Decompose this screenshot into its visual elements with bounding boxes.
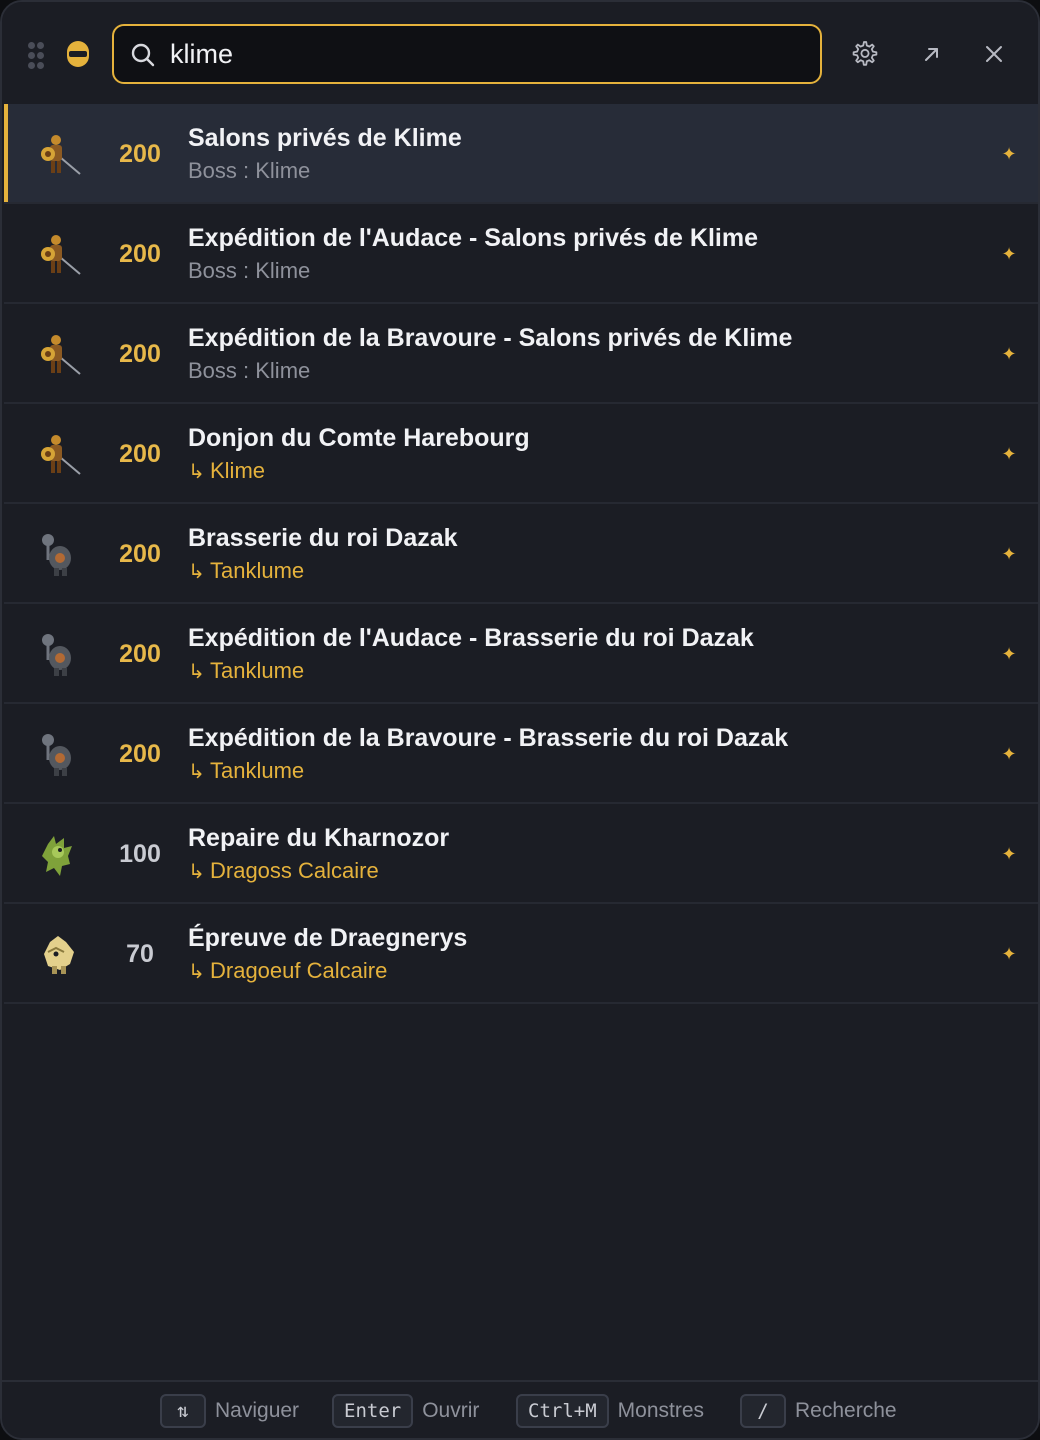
arrow-up-right-icon [925, 48, 938, 61]
result-title: Salons privés de Klime [188, 124, 462, 152]
result-title: Expédition de la Bravoure - Brasserie du… [188, 724, 789, 752]
result-row[interactable]: 100 Repaire du Kharnozor ↳ Dragoss Calcai… [4, 804, 1038, 904]
klime-warrior-icon [41, 235, 81, 275]
navigate-label: Naviguer [215, 1399, 300, 1422]
result-row[interactable]: 70 Épreuve de Draegnerys ↳ Dragoeuf Calca… [4, 904, 1038, 1004]
hint-open: Enter Ouvrir [332, 1393, 479, 1429]
search-input[interactable] [170, 32, 810, 76]
open-label: Ouvrir [422, 1399, 480, 1422]
result-level: 200 [119, 340, 161, 368]
result-monster: ↳ Dragoss Calcaire [188, 858, 379, 884]
result-level: 200 [119, 540, 161, 568]
hint-monsters: Ctrl+M Monstres [516, 1393, 704, 1429]
settings-button[interactable] [844, 34, 884, 74]
result-monster-name: Tanklume [210, 658, 305, 683]
dragoss-green-icon [42, 836, 72, 876]
result-monster: ↳ Tanklume [188, 758, 304, 784]
monsters-label: Monstres [617, 1399, 704, 1422]
shortcut-footer: ⇅ Naviguer Enter Ouvrir Ctrl+M Monstres … [2, 1380, 1038, 1438]
klime-warrior-icon [41, 435, 81, 475]
result-row[interactable]: 200 Brasserie du roi Dazak ↳ Tanklume ✦ [4, 504, 1038, 604]
tanklume-armor-icon [42, 734, 71, 776]
result-title: Épreuve de Draegnerys [188, 924, 468, 952]
result-row[interactable]: 200 Expédition de l'Audace - Salons priv… [4, 204, 1038, 304]
result-row[interactable]: 200 Expédition de la Bravoure - Brasseri… [4, 704, 1038, 804]
search-label: Recherche [795, 1399, 897, 1422]
favorite-star-icon[interactable]: ✦ [1000, 244, 1018, 264]
result-level: 200 [119, 740, 161, 768]
result-title: Repaire du Kharnozor [188, 824, 450, 852]
drag-handle-icon[interactable] [26, 40, 46, 70]
result-subtitle: Boss : Klime [188, 258, 311, 283]
return-arrow-icon: ↳ [188, 761, 205, 783]
result-monster: ↳ Dragoeuf Calcaire [188, 958, 387, 984]
favorite-star-icon[interactable]: ✦ [1000, 944, 1018, 964]
result-monster: ↳ Klime [188, 458, 265, 484]
klime-warrior-icon [41, 135, 81, 175]
favorite-star-icon[interactable]: ✦ [1000, 844, 1018, 864]
favorite-star-icon[interactable]: ✦ [1000, 544, 1018, 564]
result-row[interactable]: 200 Salons privés de Klime Boss : Klime … [4, 104, 1038, 204]
result-level: 200 [119, 140, 161, 168]
search-window: 200 Salons privés de Klime Boss : Klime … [0, 0, 1040, 1440]
gear-icon [852, 41, 878, 66]
result-monster-name: Tanklume [210, 758, 305, 783]
return-arrow-icon: ↳ [188, 661, 205, 683]
result-monster: ↳ Tanklume [188, 558, 304, 584]
ctrl-m-key: Ctrl+M [516, 1394, 609, 1428]
result-monster-name: Klime [210, 458, 266, 483]
result-subtitle: Boss : Klime [188, 358, 311, 383]
navigate-key: ⇅ [160, 1394, 206, 1428]
result-level: 100 [119, 840, 161, 868]
result-row[interactable]: 200 Expédition de la Bravoure - Salons p… [4, 304, 1038, 404]
result-monster-name: Tanklume [210, 558, 305, 583]
search-icon [131, 43, 155, 67]
klime-warrior-icon [41, 335, 81, 375]
result-monster: ↳ Tanklume [188, 658, 304, 684]
result-subtitle: Boss : Klime [188, 158, 311, 183]
hint-navigate: ⇅ Naviguer [160, 1393, 299, 1429]
search-box [112, 24, 822, 84]
results-list: 200 Salons privés de Klime Boss : Klime … [4, 104, 1038, 1004]
open-external-button[interactable] [912, 34, 952, 74]
favorite-star-icon[interactable]: ✦ [1000, 344, 1018, 364]
hint-search: / Recherche [740, 1393, 897, 1429]
close-button[interactable] [974, 34, 1014, 74]
return-arrow-icon: ↳ [188, 961, 205, 983]
result-title: Expédition de l'Audace - Brasserie du ro… [188, 624, 754, 652]
result-row[interactable]: 200 Expédition de l'Audace - Brasserie d… [4, 604, 1038, 704]
favorite-star-icon[interactable]: ✦ [1000, 744, 1018, 764]
result-level: 70 [126, 940, 154, 968]
result-title: Donjon du Comte Harebourg [188, 424, 530, 452]
dragoeuf-egg-icon [44, 936, 74, 974]
slash-key: / [740, 1394, 786, 1428]
close-icon [986, 46, 1002, 62]
result-title: Expédition de la Bravoure - Salons privé… [188, 324, 793, 352]
result-title: Expédition de l'Audace - Salons privés d… [188, 224, 758, 252]
favorite-star-icon[interactable]: ✦ [1000, 144, 1018, 164]
favorite-star-icon[interactable]: ✦ [1000, 644, 1018, 664]
result-level: 200 [119, 440, 161, 468]
return-arrow-icon: ↳ [188, 561, 205, 583]
enter-key: Enter [332, 1394, 414, 1428]
result-row[interactable]: 200 Donjon du Comte Harebourg ↳ Klime ✦ [4, 404, 1038, 504]
result-level: 200 [119, 640, 161, 668]
result-monster-name: Dragoeuf Calcaire [210, 958, 388, 983]
tanklume-armor-icon [42, 634, 71, 676]
app-logo-icon [66, 39, 90, 69]
result-title: Brasserie du roi Dazak [188, 524, 458, 552]
return-arrow-icon: ↳ [188, 861, 205, 883]
tanklume-armor-icon [42, 534, 71, 576]
header-bar [2, 2, 1038, 104]
return-arrow-icon: ↳ [188, 461, 205, 483]
result-monster-name: Dragoss Calcaire [210, 858, 379, 883]
result-level: 200 [119, 240, 161, 268]
favorite-star-icon[interactable]: ✦ [1000, 444, 1018, 464]
